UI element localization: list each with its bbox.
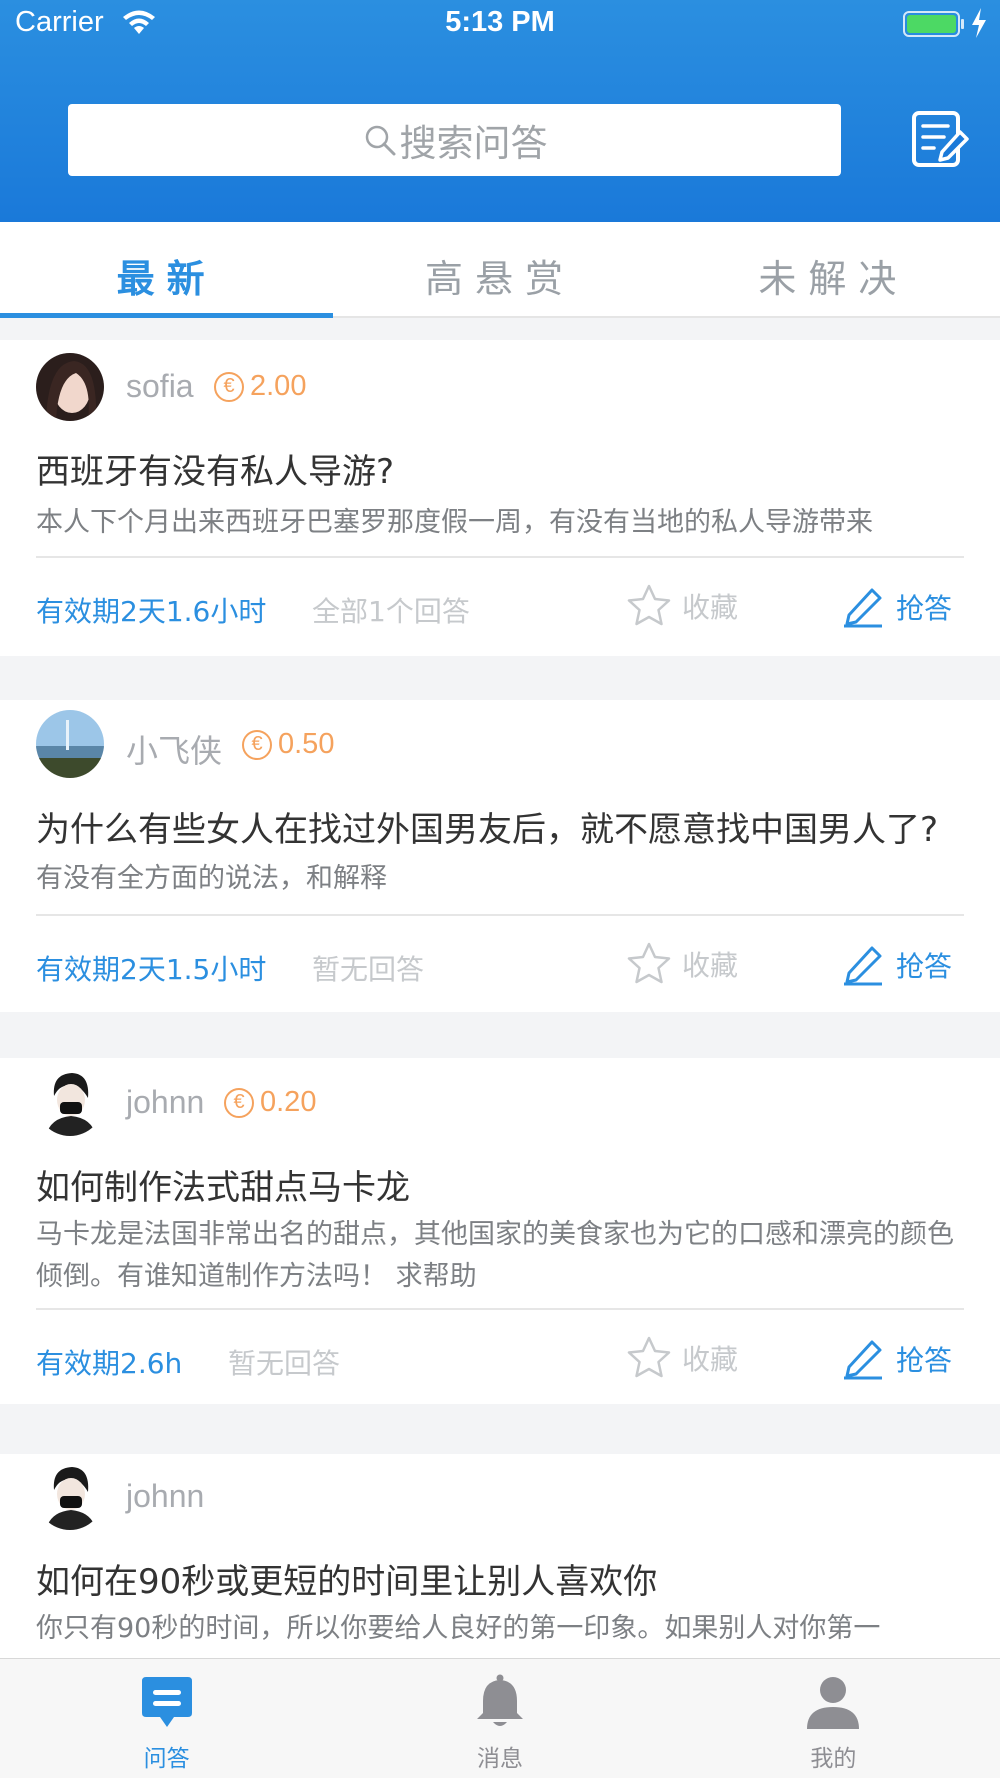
answer-count[interactable]: 暂无回答 <box>312 948 424 988</box>
grab-answer-button[interactable]: 抢答 <box>842 1338 952 1380</box>
reward: € 2.00 <box>214 370 306 403</box>
question-card[interactable]: johnn € 0.20 如何制作法式甜点马卡龙 马卡龙是法国非常出名的甜点，其… <box>0 1058 1000 1404</box>
tab-unsolved[interactable]: 未解决 <box>667 222 1000 316</box>
reward-amount: 2.00 <box>250 370 307 402</box>
pencil-icon <box>844 588 882 628</box>
username[interactable]: johnn <box>126 1478 204 1515</box>
question-description: 有没有全方面的说法，和解释 <box>36 863 387 894</box>
pencil-icon <box>844 946 882 986</box>
answer-count[interactable]: 全部1个回答 <box>312 590 470 630</box>
favorite-button[interactable]: 收藏 <box>626 941 738 987</box>
avatar <box>36 1462 104 1530</box>
username[interactable]: sofia <box>126 368 194 405</box>
grab-answer-label: 抢答 <box>896 1344 953 1377</box>
charging-icon <box>972 8 986 38</box>
tab-latest[interactable]: 最新 <box>0 222 334 318</box>
search-icon <box>365 125 395 156</box>
question-title[interactable]: 如何制作法式甜点马卡龙 <box>36 1160 410 1209</box>
grab-answer-button[interactable]: 抢答 <box>842 586 952 628</box>
battery-icon <box>903 11 964 37</box>
divider <box>36 556 964 558</box>
tab-high-reward[interactable]: 高悬赏 <box>333 222 666 316</box>
question-description: 你只有90秒的时间，所以你要给人良好的第一印象。如果别人对你第一 <box>36 1613 881 1644</box>
search-input[interactable]: 搜索问答 <box>68 104 841 176</box>
pencil-icon <box>844 1340 882 1380</box>
filter-tabs: 最新 高悬赏 未解决 <box>0 222 1000 318</box>
divider <box>36 914 964 916</box>
euro-coin-icon: € <box>242 729 272 760</box>
favorite-label: 收藏 <box>682 1343 739 1376</box>
username[interactable]: johnn <box>126 1084 204 1121</box>
star-icon <box>627 942 671 984</box>
star-icon <box>627 1336 671 1378</box>
favorite-label: 收藏 <box>682 591 739 624</box>
reward-amount: 0.50 <box>278 728 335 760</box>
person-icon <box>807 1677 860 1729</box>
tabbar-item-qa[interactable]: 问答 <box>0 1659 333 1778</box>
favorite-button[interactable]: 收藏 <box>626 583 738 629</box>
search-placeholder: 搜索问答 <box>399 122 548 165</box>
bell-icon <box>476 1674 523 1726</box>
reward: € 0.50 <box>242 728 334 761</box>
validity-period: 有效期2天1.6小时 <box>36 595 267 628</box>
question-title[interactable]: 西班牙有没有私人导游? <box>36 444 394 493</box>
star-icon <box>627 584 671 626</box>
question-title[interactable]: 如何在90秒或更短的时间里让别人喜欢你 <box>36 1554 657 1603</box>
euro-coin-icon: € <box>214 371 244 402</box>
question-card[interactable]: johnn 如何在90秒或更短的时间里让别人喜欢你 你只有90秒的时间，所以你要… <box>0 1454 1000 1674</box>
clock: 5:13 PM <box>445 6 555 38</box>
answer-count[interactable]: 暂无回答 <box>228 1342 340 1382</box>
validity-period: 有效期2.6h <box>36 1347 183 1380</box>
status-bar: Carrier 5:13 PM <box>0 0 1000 50</box>
reward-amount: 0.20 <box>260 1086 317 1118</box>
header: Carrier 5:13 PM 搜索问答 <box>0 0 1000 222</box>
tabbar-label: 问答 <box>143 1746 190 1772</box>
grab-answer-label: 抢答 <box>896 592 953 625</box>
tabbar-label: 消息 <box>476 1746 523 1772</box>
grab-answer-label: 抢答 <box>896 950 953 983</box>
question-description: 本人下个月出来西班牙巴塞罗那度假一周，有没有当地的私人导游带来 <box>36 507 873 538</box>
euro-coin-icon: € <box>224 1087 254 1118</box>
favorite-label: 收藏 <box>682 949 739 982</box>
grab-answer-button[interactable]: 抢答 <box>842 944 952 986</box>
tabbar-item-messages[interactable]: 消息 <box>333 1659 666 1778</box>
reward: € 0.20 <box>224 1086 316 1119</box>
tabbar-item-profile[interactable]: 我的 <box>667 1659 1000 1778</box>
divider <box>36 1308 964 1310</box>
validity-period: 有效期2天1.5小时 <box>36 953 267 986</box>
avatar <box>36 353 104 421</box>
chat-icon <box>141 1677 192 1727</box>
question-title[interactable]: 为什么有些女人在找过外国男友后，就不愿意找中国男人了? <box>36 802 938 851</box>
question-card[interactable]: 小飞侠 € 0.50 为什么有些女人在找过外国男友后，就不愿意找中国男人了? 有… <box>0 700 1000 1012</box>
username[interactable]: 小飞侠 <box>126 726 222 772</box>
compose-question-icon[interactable] <box>910 110 970 170</box>
question-description: 马卡龙是法国非常出名的甜点，其他国家的美食家也为它的口感和漂亮的颜色倾倒。有谁知… <box>36 1219 954 1292</box>
avatar <box>36 710 104 778</box>
bottom-tab-bar: 问答 消息 我的 <box>0 1658 1000 1778</box>
avatar <box>36 1068 104 1136</box>
tabbar-label: 我的 <box>810 1746 857 1772</box>
favorite-button[interactable]: 收藏 <box>626 1335 738 1381</box>
question-card[interactable]: sofia € 2.00 西班牙有没有私人导游? 本人下个月出来西班牙巴塞罗那度… <box>0 340 1000 656</box>
